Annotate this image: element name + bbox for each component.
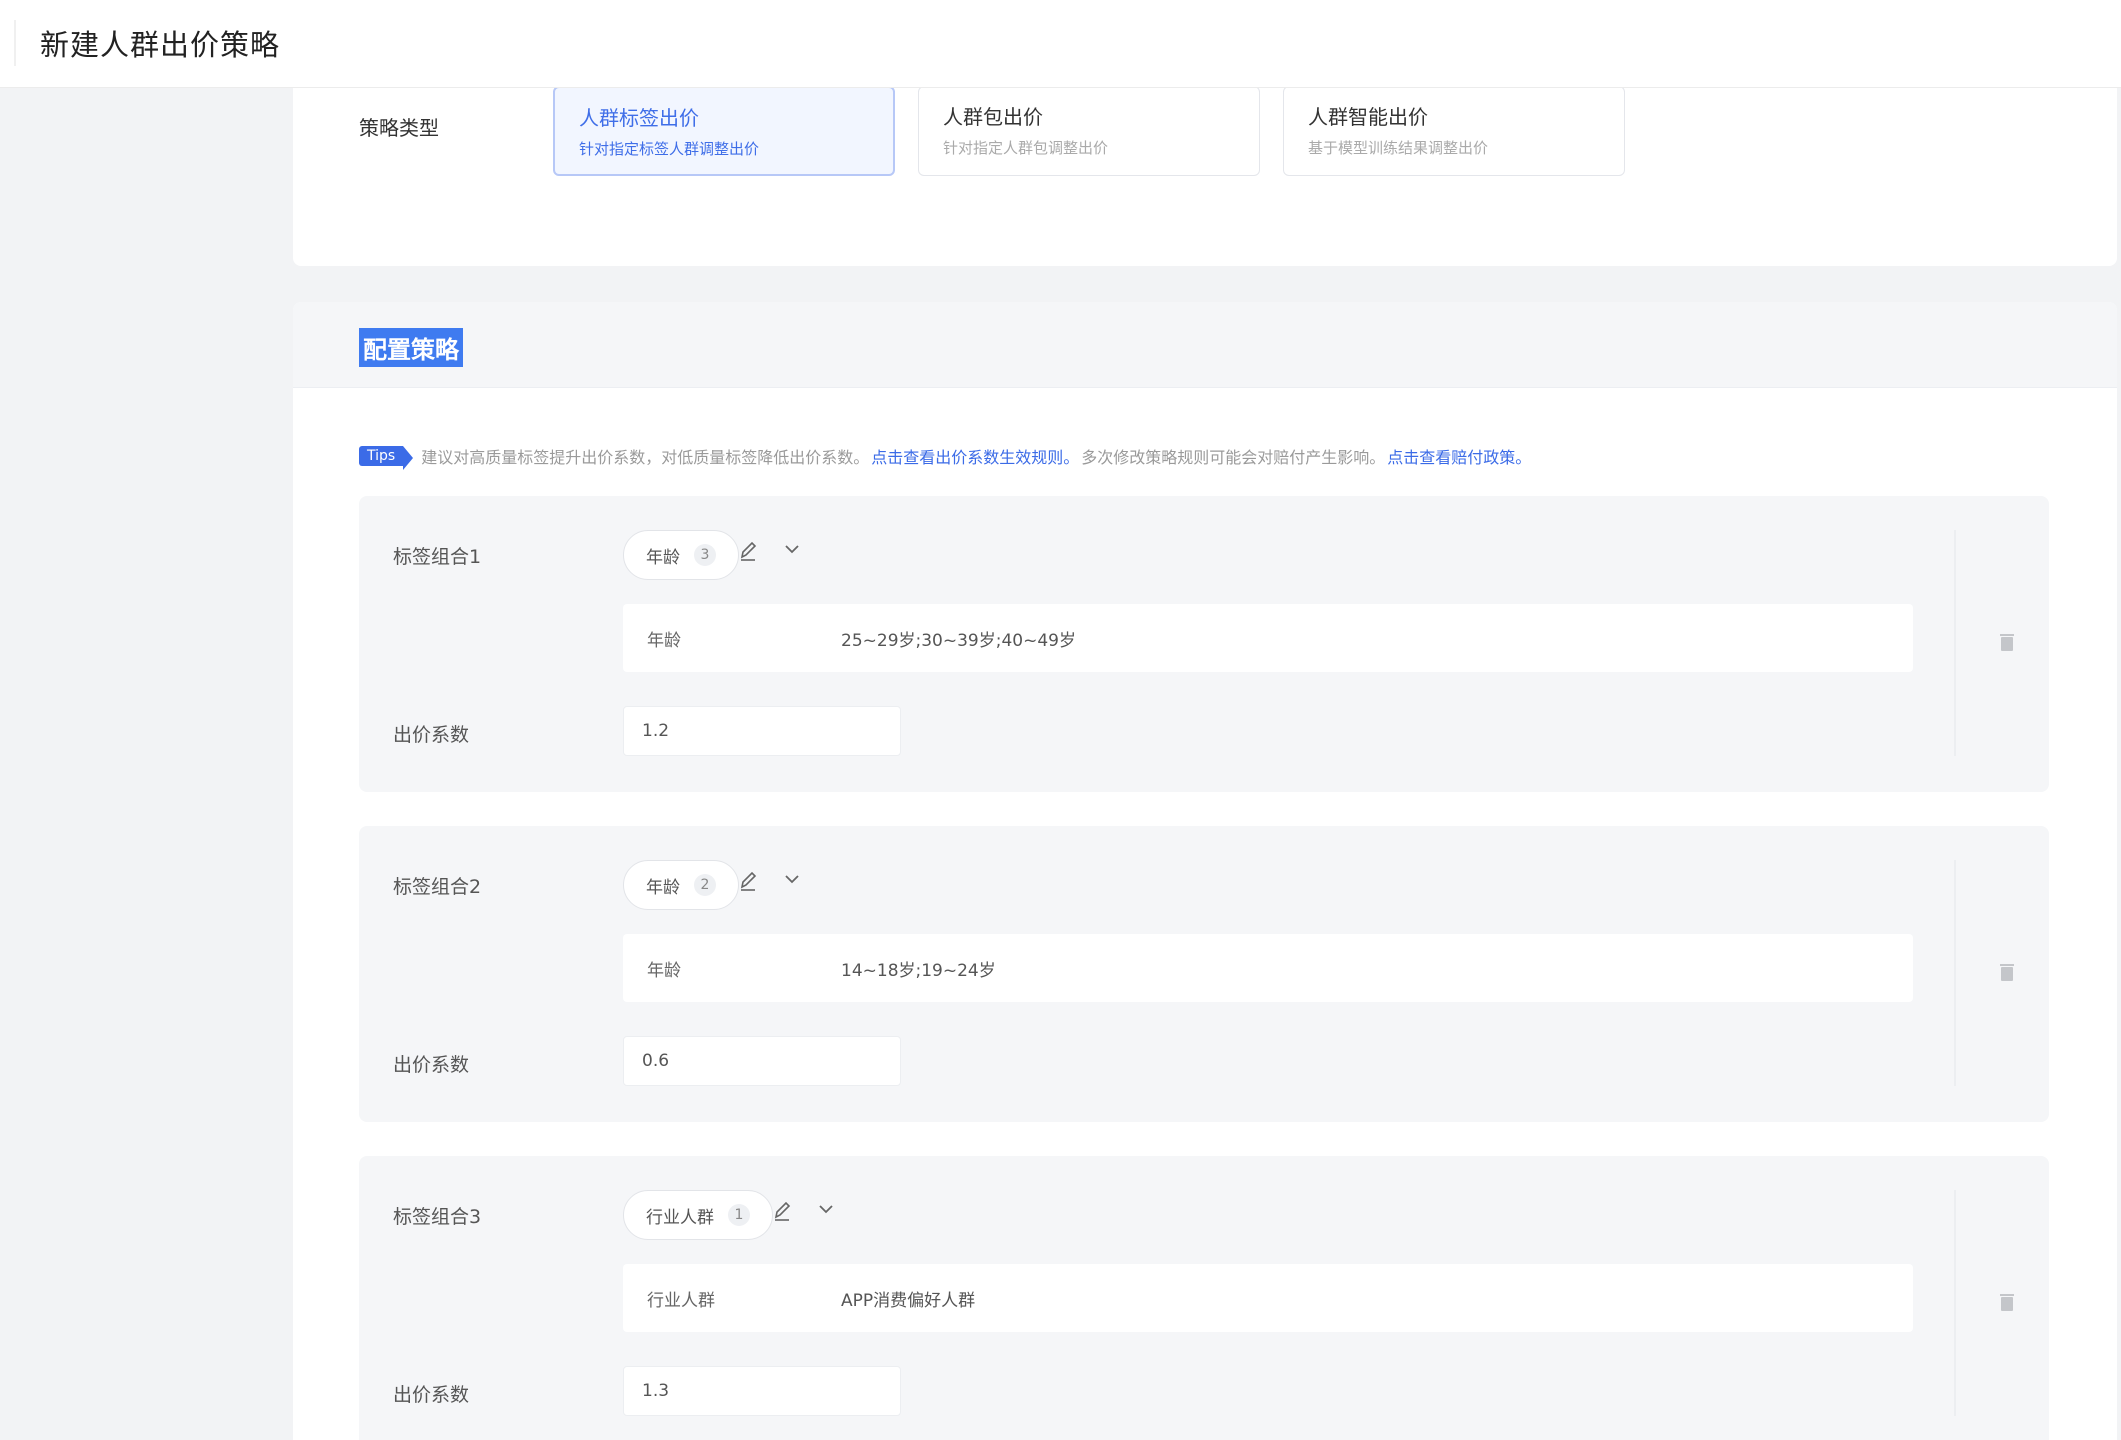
group-divider — [1954, 530, 1956, 756]
tag-name: 年龄 — [646, 877, 680, 898]
detail-value: 25~29岁;30~39岁;40~49岁 — [841, 631, 1076, 651]
config-title: 配置策略 — [359, 328, 463, 367]
tips-bar: Tips 建议对高质量标签提升出价系数，对低质量标签降低出价系数。 点击查看出价… — [359, 442, 1533, 470]
detail-key: 行业人群 — [647, 1291, 715, 1311]
tag-detail-row: 行业人群 APP消费偏好人群 — [623, 1264, 1913, 1332]
trash-icon[interactable] — [1999, 632, 2015, 652]
config-strategy-card: 配置策略 Tips 建议对高质量标签提升出价系数，对低质量标签降低出价系数。 点… — [293, 302, 2117, 1440]
payout-policy-link[interactable]: 点击查看赔付政策。 — [1387, 444, 1531, 468]
page-title: 新建人群出价策略 — [40, 28, 281, 62]
group-divider — [1954, 860, 1956, 1086]
strategy-option-title: 人群智能出价 — [1308, 105, 1428, 129]
group-label: 标签组合2 — [393, 876, 482, 898]
tag-name: 行业人群 — [646, 1207, 714, 1228]
coef-input[interactable] — [623, 706, 901, 756]
tag-group-3: 标签组合3 行业人群 1 行业人群 APP消费偏好人群 出价系数 — [359, 1156, 2049, 1440]
tips-badge: Tips — [359, 446, 414, 470]
title-divider — [14, 20, 16, 66]
tag-count: 3 — [694, 544, 716, 566]
coef-input[interactable] — [623, 1366, 901, 1416]
strategy-type-card: 策略类型 人群标签出价 针对指定标签人群调整出价 人群包出价 针对指定人群包调整… — [293, 60, 2117, 266]
coef-label: 出价系数 — [393, 1384, 470, 1406]
chevron-down-icon[interactable] — [817, 1200, 835, 1218]
tag-group-1: 标签组合1 年龄 3 年龄 25~29岁;30~39岁;40~49岁 出价系数 — [359, 496, 2049, 792]
bid-rule-link[interactable]: 点击查看出价系数生效规则。 — [871, 444, 1079, 468]
strategy-option-title: 人群包出价 — [943, 105, 1043, 129]
tag-pill[interactable]: 年龄 2 — [623, 860, 739, 910]
top-bar: 新建人群出价策略 — [0, 0, 2121, 88]
tag-group-2: 标签组合2 年龄 2 年龄 14~18岁;19~24岁 出价系数 — [359, 826, 2049, 1122]
detail-value: 14~18岁;19~24岁 — [841, 961, 996, 981]
detail-value: APP消费偏好人群 — [841, 1291, 976, 1311]
detail-key: 年龄 — [647, 961, 681, 981]
edit-icon[interactable] — [739, 870, 759, 892]
group-divider — [1954, 1190, 1956, 1416]
chevron-down-icon[interactable] — [783, 540, 801, 558]
tag-pill[interactable]: 行业人群 1 — [623, 1190, 773, 1240]
coef-label: 出价系数 — [393, 1054, 470, 1076]
strategy-option-desc: 针对指定标签人群调整出价 — [579, 140, 760, 158]
tips-text: 建议对高质量标签提升出价系数，对低质量标签降低出价系数。 — [421, 448, 870, 467]
config-header: 配置策略 — [293, 302, 2117, 388]
group-label: 标签组合1 — [393, 546, 482, 568]
detail-key: 年龄 — [647, 631, 681, 651]
trash-icon[interactable] — [1999, 1292, 2015, 1312]
coef-input[interactable] — [623, 1036, 901, 1086]
coef-label: 出价系数 — [393, 724, 470, 746]
tag-count: 2 — [694, 874, 716, 896]
strategy-option-title: 人群标签出价 — [579, 106, 699, 130]
strategy-option-package-bid[interactable]: 人群包出价 针对指定人群包调整出价 — [918, 86, 1260, 176]
trash-icon[interactable] — [1999, 962, 2015, 982]
tag-pill[interactable]: 年龄 3 — [623, 530, 739, 580]
strategy-option-tag-bid[interactable]: 人群标签出价 针对指定标签人群调整出价 — [553, 86, 895, 176]
edit-icon[interactable] — [739, 540, 759, 562]
strategy-option-desc: 针对指定人群包调整出价 — [943, 139, 1109, 157]
tag-detail-row: 年龄 14~18岁;19~24岁 — [623, 934, 1913, 1002]
tag-count: 1 — [728, 1204, 750, 1226]
strategy-option-desc: 基于模型训练结果调整出价 — [1308, 139, 1489, 157]
tag-name: 年龄 — [646, 547, 680, 568]
tag-detail-row: 年龄 25~29岁;30~39岁;40~49岁 — [623, 604, 1913, 672]
chevron-down-icon[interactable] — [783, 870, 801, 888]
edit-icon[interactable] — [773, 1200, 793, 1222]
strategy-type-label: 策略类型 — [359, 116, 439, 140]
tips-text: 多次修改策略规则可能会对赔付产生影响。 — [1081, 448, 1386, 467]
group-label: 标签组合3 — [393, 1206, 482, 1228]
strategy-option-smart-bid[interactable]: 人群智能出价 基于模型训练结果调整出价 — [1283, 86, 1625, 176]
